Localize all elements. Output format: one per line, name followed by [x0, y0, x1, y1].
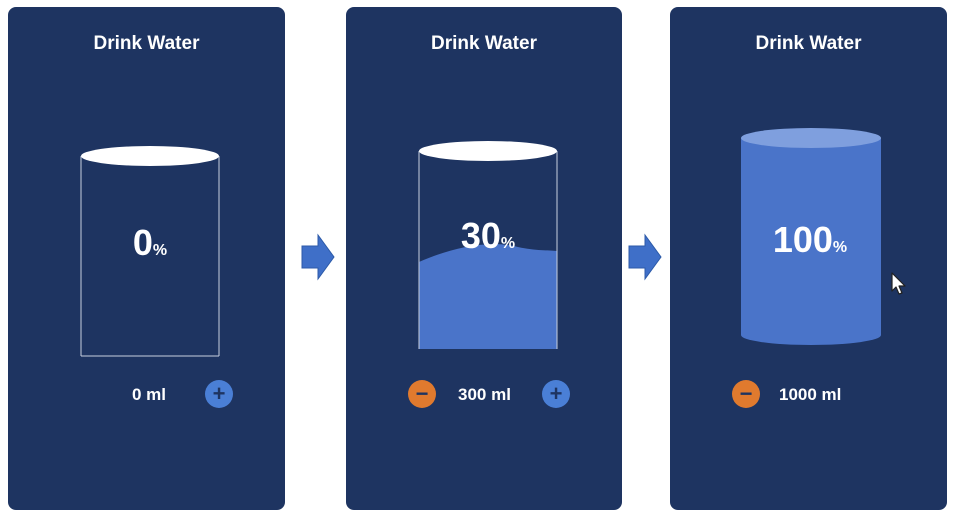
- minus-button[interactable]: −: [732, 380, 760, 408]
- right-arrow-icon: [627, 233, 663, 281]
- water-card-empty: Drink Water 0% 0 ml +: [8, 7, 285, 510]
- water-cup: 30%: [418, 137, 558, 349]
- card-title: Drink Water: [755, 33, 862, 54]
- card-title: Drink Water: [93, 33, 200, 54]
- plus-button[interactable]: +: [205, 380, 233, 408]
- water-card-partial: Drink Water 30% − 300 ml +: [346, 7, 622, 510]
- percent-value: 30: [460, 215, 501, 256]
- minus-button[interactable]: −: [408, 380, 436, 408]
- water-cup: 100%: [740, 127, 881, 347]
- amount-controls: − 1000 ml: [670, 380, 947, 412]
- percent-readout: 30%: [418, 215, 558, 257]
- amount-label: 0 ml: [132, 385, 167, 404]
- percent-readout: 100%: [740, 219, 880, 261]
- amount-label: 300 ml: [458, 385, 511, 404]
- percent-value: 0: [132, 222, 153, 263]
- water-cup: 0%: [80, 144, 220, 357]
- percent-symbol: %: [500, 235, 516, 252]
- amount-controls: 0 ml +: [8, 380, 285, 412]
- percent-symbol: %: [152, 242, 168, 259]
- amount-controls: − 300 ml +: [346, 380, 622, 412]
- plus-button[interactable]: +: [542, 380, 570, 408]
- percent-readout: 0%: [80, 222, 220, 264]
- mouse-cursor-icon: [891, 272, 907, 296]
- percent-symbol: %: [832, 239, 848, 256]
- water-card-full: Drink Water 100% − 1000 ml: [670, 7, 947, 510]
- percent-value: 100: [772, 219, 833, 260]
- card-title: Drink Water: [431, 33, 537, 54]
- right-arrow-icon: [300, 233, 336, 281]
- amount-label: 1000 ml: [779, 385, 842, 404]
